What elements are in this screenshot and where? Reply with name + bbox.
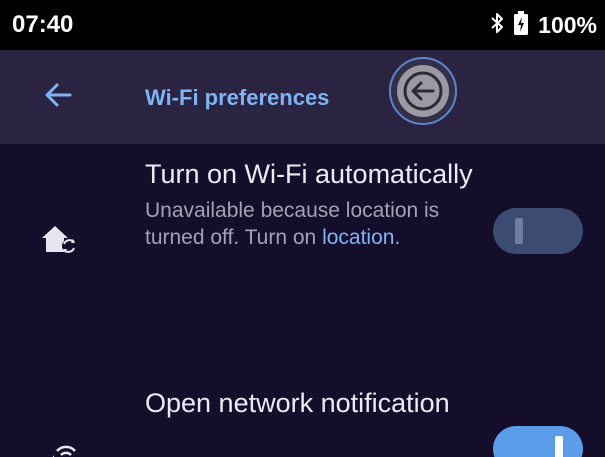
open-network-notification-toggle[interactable] [493, 426, 583, 457]
battery-percentage: 100% [538, 12, 597, 38]
status-time: 07:40 [12, 11, 74, 38]
pref-turn-on-wifi-automatically[interactable]: Turn on Wi-Fi automatically Unavailable … [0, 144, 605, 344]
toggle-thumb [515, 218, 523, 244]
pref-open-network-notification[interactable]: Open network notification [0, 378, 605, 457]
battery-icon [514, 10, 529, 40]
pref-summary: Unavailable because location is turned o… [145, 197, 475, 251]
bluetooth-icon [490, 12, 504, 39]
status-bar: 07:40 100% [0, 0, 605, 50]
pref-title: Open network notification [145, 388, 450, 418]
wifi-auto-toggle[interactable] [493, 208, 583, 254]
toggle-thumb [555, 436, 563, 457]
circle-arrow-left-icon [397, 65, 449, 117]
location-link[interactable]: location [322, 226, 394, 249]
pref-text: Open network notification [145, 386, 475, 420]
screen: 07:40 100% Wi-Fi preferences Turn on Wi-… [0, 0, 605, 457]
pref-text: Turn on Wi-Fi automatically Unavailable … [145, 157, 475, 251]
summary-suffix: . [394, 226, 401, 249]
pref-title: Turn on Wi-Fi automatically [145, 159, 473, 189]
floating-back-button[interactable] [389, 57, 457, 125]
home-sync-icon [40, 222, 80, 261]
wifi-notification-icon [40, 441, 80, 457]
page-title: Wi-Fi preferences [145, 85, 330, 110]
arrow-left-icon [44, 82, 72, 113]
back-button[interactable] [36, 77, 80, 117]
status-icons: 100% [490, 10, 597, 40]
app-bar: Wi-Fi preferences [0, 50, 605, 144]
